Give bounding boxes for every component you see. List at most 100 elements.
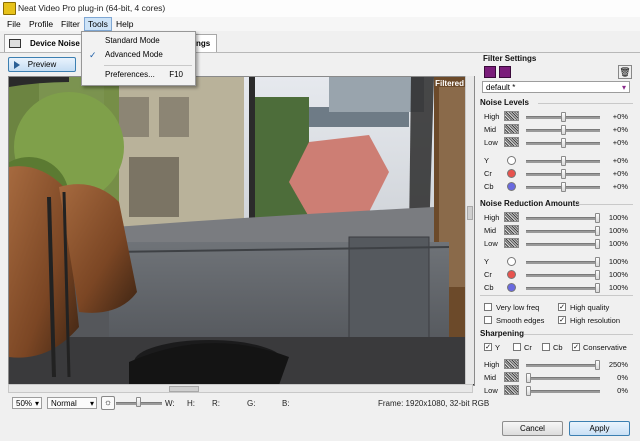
noise-reduction-row-label: Cb	[484, 283, 494, 292]
sharpening-row-high: High 250%	[478, 359, 636, 371]
noise-pattern-icon	[504, 359, 519, 369]
noise-reduction-slider-track[interactable]	[526, 287, 600, 290]
noise-pattern-icon	[504, 238, 519, 248]
menu-tools[interactable]: Tools	[84, 17, 112, 31]
title-bar: Neat Video Pro plug-in (64-bit, 4 cores)	[0, 0, 640, 18]
menu-file[interactable]: File	[4, 18, 24, 30]
trash-icon[interactable]: 🗑	[618, 65, 632, 79]
noise-reduction-row-high: High 100%	[478, 212, 636, 224]
zoom-dropdown[interactable]: 50% ▾	[12, 397, 42, 409]
preview-viewer[interactable]: Filtered	[8, 76, 475, 386]
save-preset-icon[interactable]	[499, 66, 511, 78]
noise-level-slider-thumb[interactable]	[561, 138, 566, 148]
sharpen-y-checkbox[interactable]: ✓	[484, 343, 492, 351]
noise-reduction-slider-track[interactable]	[526, 217, 600, 220]
sharpen-cb-checkbox[interactable]	[542, 343, 550, 351]
noise-reduction-row-mid: Mid 100%	[478, 225, 636, 237]
sharpening-slider-thumb[interactable]	[526, 373, 531, 383]
channel-color-swatch	[507, 156, 516, 165]
play-icon	[14, 61, 20, 69]
noise-level-row-cb: Cb +0%	[478, 181, 636, 193]
noise-level-row-cr: Cr +0%	[478, 168, 636, 180]
noise-reduction-slider-track[interactable]	[526, 261, 600, 264]
brightness-slider-thumb[interactable]	[136, 397, 141, 407]
smooth-edges-checkbox[interactable]	[484, 316, 492, 324]
divider	[576, 204, 633, 205]
noise-level-slider-thumb[interactable]	[561, 156, 566, 166]
noise-reduction-row-label: Low	[484, 239, 498, 248]
horizontal-scroll-thumb[interactable]	[169, 386, 199, 392]
very-low-freq-checkbox[interactable]	[484, 303, 492, 311]
sharpening-row-mid: Mid 0%	[478, 372, 636, 384]
sharpening-slider-track[interactable]	[526, 377, 600, 380]
noise-level-value: +0%	[612, 169, 628, 178]
preset-value: default *	[486, 83, 516, 92]
tab-device-noise-label: Device Noise P	[30, 39, 85, 48]
noise-level-row-high: High +0%	[478, 111, 636, 123]
advanced-mode-label: Advanced Mode	[105, 50, 163, 59]
noise-level-slider-thumb[interactable]	[561, 112, 566, 122]
high-resolution-checkbox[interactable]: ✓	[558, 316, 566, 324]
noise-reduction-slider-track[interactable]	[526, 230, 600, 233]
very-low-freq-label: Very low freq	[496, 303, 540, 312]
apply-button[interactable]: Apply	[569, 421, 630, 436]
tools-menu: Standard Mode ✓ Advanced Mode Preference…	[81, 31, 196, 86]
noise-reduction-row-label: Cr	[484, 270, 492, 279]
preset-dropdown[interactable]: default * ▾	[482, 81, 630, 93]
noise-level-row-label: Low	[484, 138, 498, 147]
noise-level-value: +0%	[612, 125, 628, 134]
brightness-icon[interactable]: ☼	[101, 396, 115, 410]
red-label: R:	[212, 399, 220, 408]
channel-color-swatch	[507, 257, 516, 266]
vertical-scroll-thumb[interactable]	[467, 206, 473, 220]
noise-level-slider-thumb[interactable]	[561, 182, 566, 192]
conservative-checkbox[interactable]: ✓	[572, 343, 580, 351]
high-quality-label: High quality	[570, 303, 610, 312]
noise-reduction-row-label: Y	[484, 257, 490, 266]
menu-preferences[interactable]: Preferences... F10	[82, 68, 195, 82]
sharpening-slider-track[interactable]	[526, 364, 600, 367]
noise-pattern-icon	[504, 111, 519, 121]
frame-info: Frame: 1920x1080, 32-bit RGB	[378, 399, 490, 408]
noise-reduction-title: Noise Reduction Amounts	[480, 199, 580, 208]
channel-color-swatch	[507, 270, 516, 279]
preview-button[interactable]: Preview	[8, 57, 76, 72]
load-preset-icon[interactable]	[484, 66, 496, 78]
sharpen-cr-checkbox[interactable]	[513, 343, 521, 351]
sharpening-slider-thumb[interactable]	[526, 386, 531, 396]
tab-device-noise-profile[interactable]: Device Noise P	[4, 34, 85, 52]
divider	[524, 334, 633, 335]
noise-reduction-row-y: Y 100%	[478, 256, 636, 268]
noise-level-slider-thumb[interactable]	[561, 125, 566, 135]
channel-color-swatch	[507, 182, 516, 191]
high-quality-checkbox[interactable]: ✓	[558, 303, 566, 311]
noise-level-slider-thumb[interactable]	[561, 169, 566, 179]
filter-settings-title: Filter Settings	[483, 54, 537, 63]
noise-level-value: +0%	[612, 182, 628, 191]
view-mode-dropdown[interactable]: Normal ▾	[47, 397, 97, 409]
menu-filter[interactable]: Filter	[58, 18, 83, 30]
menu-standard-mode[interactable]: Standard Mode	[82, 34, 195, 48]
menu-profile[interactable]: Profile	[26, 18, 56, 30]
menu-help[interactable]: Help	[113, 18, 136, 30]
sharpening-row-label: High	[484, 360, 500, 369]
horizontal-scrollbar[interactable]	[8, 384, 473, 393]
noise-reduction-slider-track[interactable]	[526, 274, 600, 277]
noise-reduction-row-cr: Cr 100%	[478, 269, 636, 281]
sharpening-slider-track[interactable]	[526, 390, 600, 393]
green-label: G:	[247, 399, 256, 408]
filtered-label: Filtered	[435, 79, 464, 88]
cancel-button[interactable]: Cancel	[502, 421, 563, 436]
smooth-edges-label: Smooth edges	[496, 316, 545, 325]
zoom-value: 50%	[16, 399, 33, 408]
sharpening-title: Sharpening	[480, 329, 525, 338]
menu-bar: File Profile Filter Tools Help	[0, 17, 640, 31]
blue-label: B:	[282, 399, 290, 408]
vertical-scrollbar[interactable]	[465, 76, 474, 384]
noise-reduction-row-cb: Cb 100%	[478, 282, 636, 294]
noise-reduction-slider-track[interactable]	[526, 243, 600, 246]
noise-level-row-label: High	[484, 112, 500, 121]
menu-advanced-mode[interactable]: ✓ Advanced Mode	[82, 48, 195, 62]
menu-separator	[104, 65, 192, 66]
preview-toolbar: Preview	[0, 53, 476, 75]
